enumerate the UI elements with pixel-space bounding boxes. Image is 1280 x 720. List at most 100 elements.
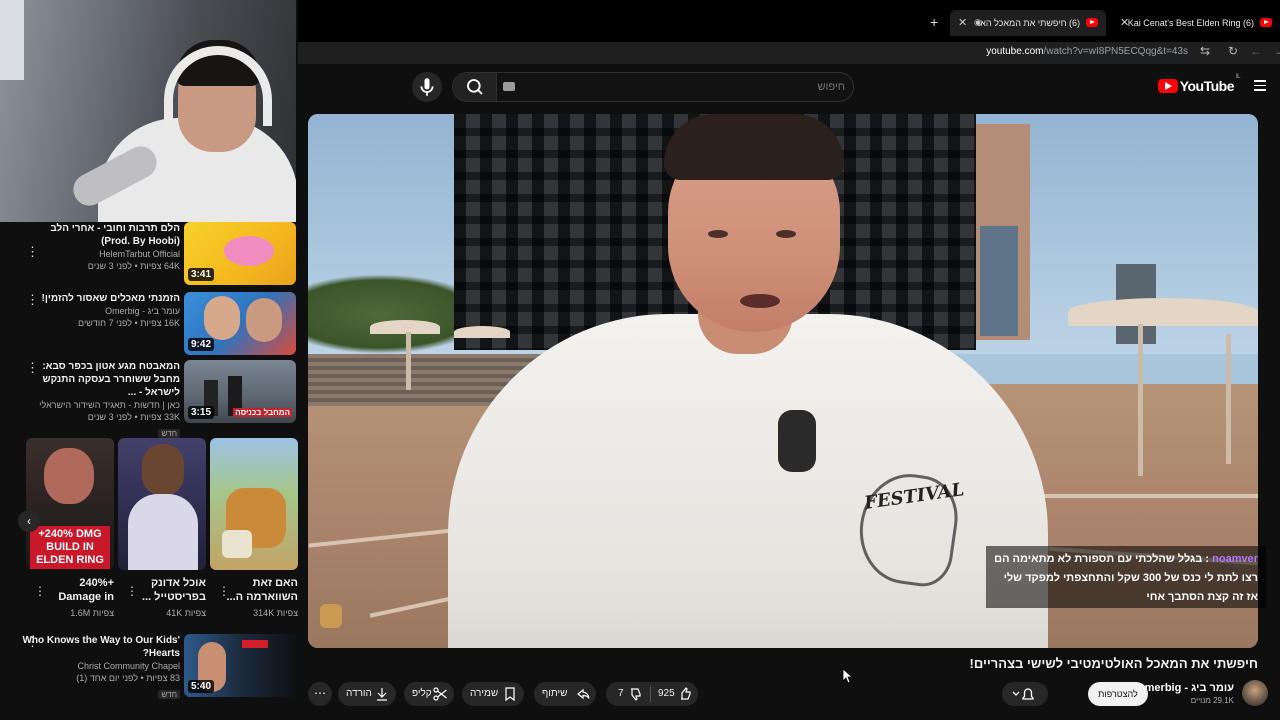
browser-tab[interactable]: (6) Kai Cenat's Best Elden Ring ✕ [1112, 10, 1280, 36]
mouse-cursor-icon [842, 668, 852, 684]
video-person-hair [664, 114, 844, 180]
new-tab-icon[interactable]: + [930, 14, 938, 30]
duration-badge: 3:15 [188, 406, 215, 419]
like-count: 925 [658, 688, 675, 699]
close-icon[interactable]: ✕ [958, 16, 967, 29]
video-tower-glass [980, 226, 1018, 336]
share-icon [577, 688, 590, 700]
tab-label: (6) Kai Cenat's Best Elden Ring [1127, 18, 1254, 28]
related-channel[interactable]: HelemTarbut Official [20, 248, 180, 260]
forward-icon[interactable]: → [1274, 44, 1280, 58]
short-thumbnail[interactable]: +240% DMG BUILD IN ELDEN RING [26, 438, 114, 570]
short-views: 1.6M צפיות [70, 608, 114, 618]
short-overlay-text: +240% DMG BUILD IN ELDEN RING [30, 526, 110, 569]
related-video-item[interactable]: 3:15 המחבל בכניסה המאבטח מגע אטון בכפר ס… [0, 360, 298, 438]
related-meta: 64K צפיות • לפני 3 שנים [87, 261, 180, 271]
short-title[interactable]: +240% Damage in [36, 576, 114, 604]
channel-avatar[interactable] [1242, 680, 1268, 706]
microphone-icon [420, 78, 434, 96]
related-thumbnail[interactable]: 3:41 [184, 222, 296, 285]
search-input[interactable] [505, 77, 845, 97]
related-thumbnail[interactable]: 3:15 המחבל בכניסה [184, 360, 296, 423]
more-options-icon[interactable]: ⋮ [26, 292, 39, 308]
search-button[interactable] [453, 73, 497, 101]
chat-message: noamver : בגלל שהלכתי עם תספורת לא מתאימ… [986, 546, 1266, 608]
tab-bar: (6) Kai Cenat's Best Elden Ring ✕ (6) חי… [298, 0, 1280, 42]
related-video-item[interactable]: 9:42 הזמנתי מאכלים שאסור להזמין! עומר בי… [0, 292, 298, 358]
chevron-left-icon[interactable]: ‹ [18, 510, 40, 532]
like-icon[interactable] [678, 686, 694, 702]
related-meta: 33K צפיות • לפני 3 שנים [87, 412, 180, 422]
like-dislike-group: 7 925 [606, 682, 698, 706]
dislike-count: 7 [618, 688, 624, 699]
more-options-icon[interactable]: ⋮ [34, 584, 46, 598]
related-channel[interactable]: עומר ביג - Omerbig [20, 305, 180, 317]
audio-icon[interactable]: ◉ [974, 17, 982, 28]
clip-button[interactable]: קליפ [404, 682, 454, 706]
tune-icon[interactable]: ⇆ [1200, 44, 1210, 58]
youtube-logo[interactable]: YouTube IL [1157, 74, 1241, 96]
related-video-item[interactable]: 5:40 Who Knows the Way to Our Kids' Hear… [0, 634, 298, 700]
related-channel[interactable]: כאן | חדשות - תאגיד השידור הישראלי [20, 399, 180, 411]
youtube-header: YouTube IL [298, 64, 1280, 110]
download-icon [377, 688, 387, 701]
more-options-icon[interactable]: ⋮ [126, 584, 138, 598]
download-button[interactable]: הורדה [338, 682, 396, 706]
search-icon [467, 79, 483, 95]
more-options-icon[interactable]: ⋮ [26, 244, 39, 260]
browser-tab-active[interactable]: (6) חיפשתי את המאכל האו ◉ ✕ [950, 10, 1106, 36]
short-title[interactable]: האם זאת השווארמה ה... [220, 576, 298, 604]
chat-author: noamver [1212, 553, 1258, 565]
related-thumbnail[interactable]: 9:42 [184, 292, 296, 355]
lavalier-mic [778, 410, 816, 472]
short-thumbnail[interactable] [118, 438, 206, 570]
short-views: 314K צפיות [253, 608, 298, 618]
hamburger-menu-icon[interactable] [1254, 80, 1266, 94]
channel-name[interactable]: עומר ביג - Omerbig [1136, 682, 1234, 694]
webcam-window [0, 0, 24, 80]
more-options-icon[interactable]: ⋮ [26, 634, 39, 650]
more-options-icon[interactable]: ⋮ [26, 360, 39, 376]
back-icon[interactable]: ← [1250, 44, 1262, 58]
more-actions-button[interactable]: ⋯ [308, 682, 332, 706]
short-thumbnail[interactable] [210, 438, 298, 570]
short-title[interactable]: אוכל אדונק בפריסטייל ... [128, 576, 206, 604]
related-video-item[interactable]: 3:41 הלם תרבות וחובי - אחרי הלב (Prod. B… [0, 222, 298, 288]
duration-badge: 9:42 [188, 338, 215, 351]
related-title[interactable]: הלם תרבות וחובי - אחרי הלב (Prod. By Hoo… [20, 222, 180, 248]
notifications-button[interactable] [1002, 682, 1048, 706]
url-text[interactable]: youtube.com/watch?v=wI8PN5ECQqg&t=43s [986, 46, 1188, 57]
address-bar[interactable]: youtube.com/watch?v=wI8PN5ECQqg&t=43s ⇆ … [298, 42, 1280, 64]
voice-search-button[interactable] [412, 72, 442, 102]
related-title[interactable]: המאבטח מגע אטון בכפר סבא: מחבל ששוחרר בע… [20, 360, 180, 399]
more-options-icon[interactable]: ⋮ [218, 584, 230, 598]
video-title: חיפשתי את המאכל האולטימטיבי לשישי בצהריי… [969, 656, 1258, 671]
related-title[interactable]: Who Knows the Way to Our Kids' Hearts? [20, 634, 180, 660]
duration-badge: 5:40 [188, 680, 215, 693]
browser-window: (6) Kai Cenat's Best Elden Ring ✕ (6) חי… [298, 0, 1280, 720]
thumbnail-caption: המחבל בכניסה [233, 408, 292, 417]
corner-sticker [320, 604, 342, 628]
close-icon[interactable]: ✕ [1120, 16, 1129, 29]
related-sidebar: 3:41 הלם תרבות וחובי - אחרי הלב (Prod. B… [0, 222, 298, 720]
new-badge: חדש [158, 690, 180, 699]
dislike-icon[interactable] [628, 686, 644, 702]
youtube-favicon-icon [1260, 18, 1272, 27]
reload-icon[interactable]: ↻ [1228, 44, 1238, 58]
save-button[interactable]: שמירה [462, 682, 524, 706]
subscriber-count: 29.1K מנויים [1190, 696, 1234, 705]
related-meta: 83 צפיות • לפני יום אחד (1) [76, 673, 180, 683]
webcam-overlay [0, 0, 296, 222]
related-meta: 16K צפיות • לפני 7 חודשים [78, 318, 180, 328]
related-title[interactable]: הזמנתי מאכלים שאסור להזמין! [20, 292, 180, 305]
related-channel[interactable]: Christ Community Chapel [20, 660, 180, 672]
keyboard-icon[interactable] [503, 82, 515, 91]
related-thumbnail[interactable]: 5:40 [184, 634, 296, 697]
share-button[interactable]: שיתוף [534, 682, 596, 706]
shorts-shelf: +240% DMG BUILD IN ELDEN RING ‹ +240% Da… [0, 438, 298, 628]
new-badge: חדש [158, 429, 180, 438]
bookmark-icon [505, 687, 515, 702]
search-box[interactable] [452, 72, 854, 102]
youtube-logo-icon [1157, 79, 1178, 93]
join-button[interactable]: להצטרפות [1088, 682, 1148, 706]
